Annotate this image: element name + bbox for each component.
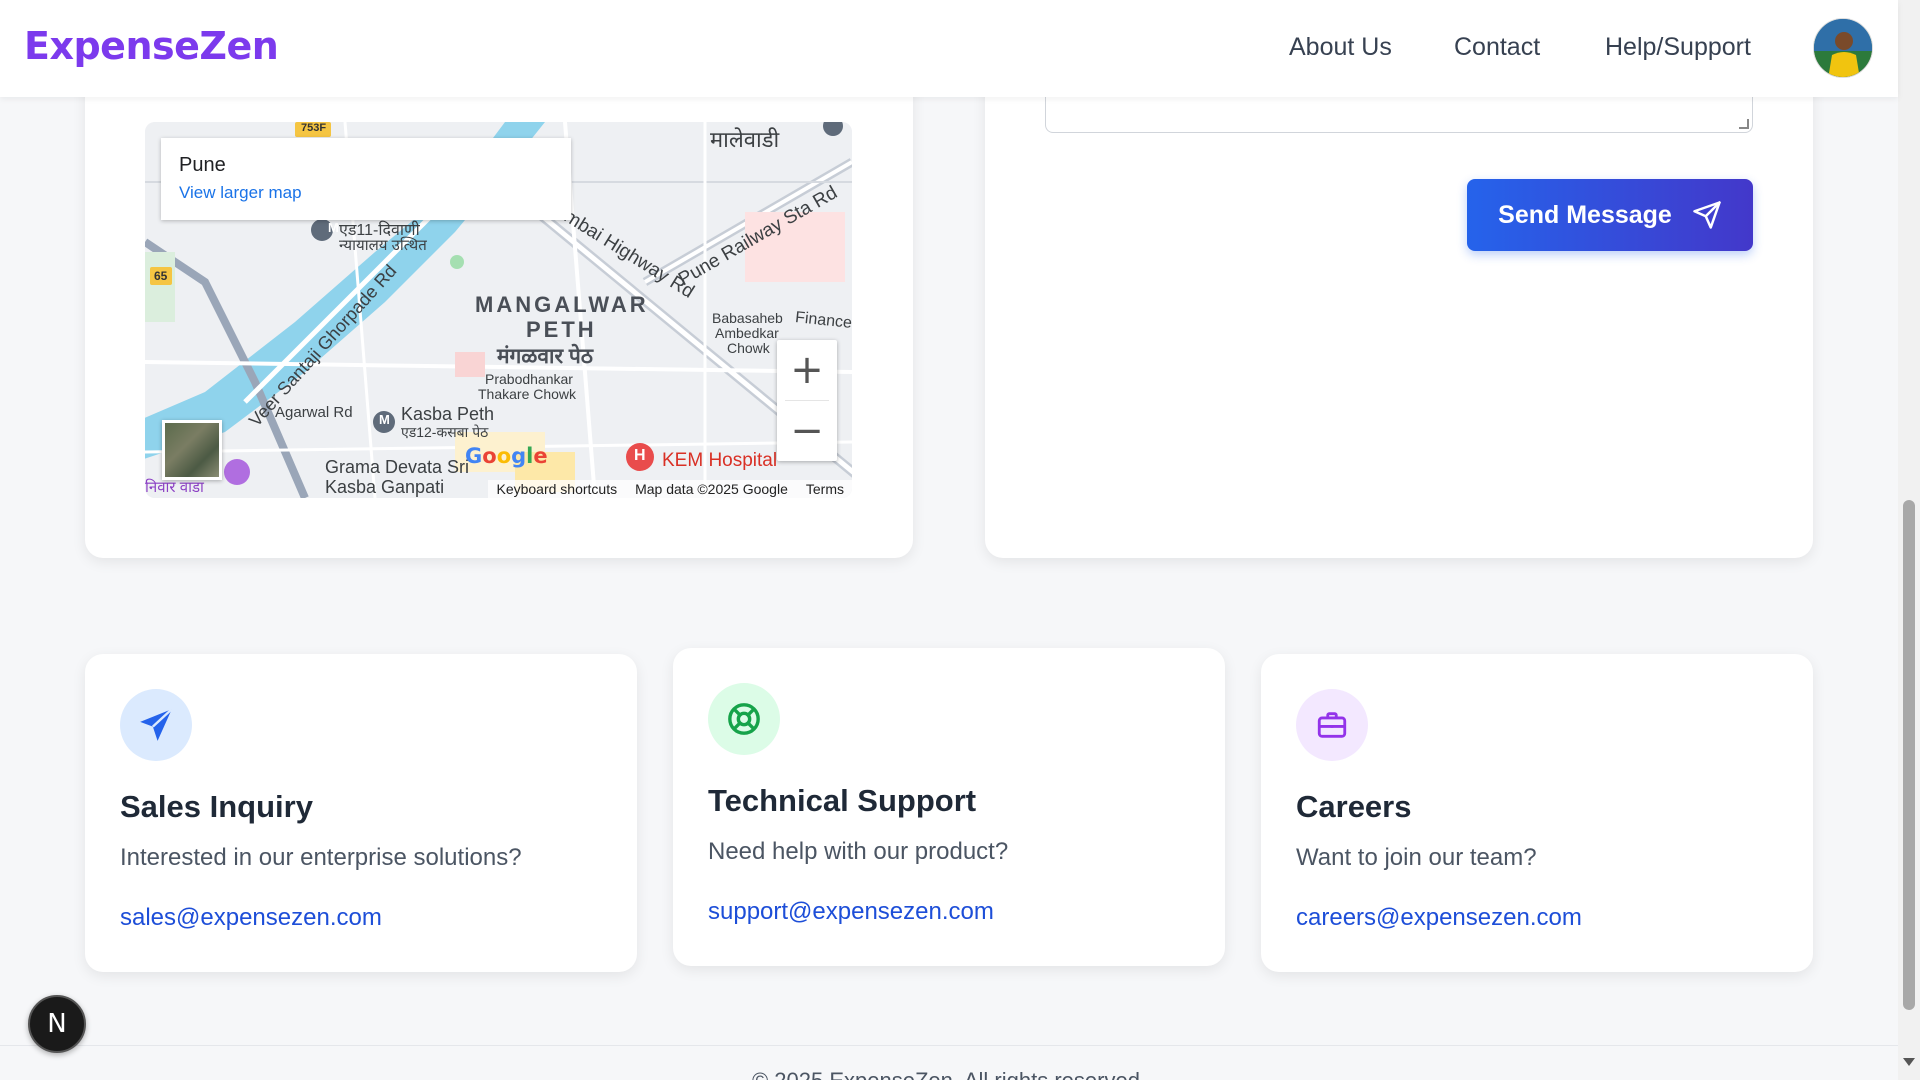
map-label-kasba-ganpati: Kasba Ganpati: [325, 477, 445, 497]
nav-about-us[interactable]: About Us: [1289, 33, 1392, 62]
view-larger-map-link[interactable]: View larger map: [179, 183, 553, 203]
map-label-prabodhankar: Prabodhankar: [485, 371, 573, 387]
map-label-thakare-chowk: Thakare Chowk: [478, 386, 577, 402]
top-navbar: ExpenseZen About Us Contact Help/Support: [0, 0, 1898, 97]
card-title: Careers: [1296, 789, 1412, 824]
map-zoom-controls: + −: [777, 340, 837, 461]
zoom-out-button[interactable]: −: [777, 401, 837, 461]
send-icon: [1693, 201, 1721, 229]
card-description: Interested in our enterprise solutions?: [120, 844, 522, 871]
route-65-label: 65: [154, 269, 168, 283]
map-label-malewadi: मालेवाडी: [710, 127, 780, 152]
map-label-kasba-mr: एड12-कसबा पेठ: [401, 424, 489, 440]
map-label-ambedkar: Ambedkar: [715, 325, 779, 341]
send-message-button[interactable]: Send Message: [1467, 179, 1753, 251]
map-label-chowk: Chowk: [727, 340, 770, 356]
map-label-kem-hospital: KEM Hospital: [662, 450, 778, 471]
map-footer: Keyboard shortcuts Map data ©2025 Google…: [488, 480, 852, 498]
map-label-mangalwar-mr: मंगळवार पेठ: [497, 345, 594, 368]
careers-icon-circle: [1296, 689, 1368, 761]
sales-inquiry-card: Sales Inquiry Interested in our enterpri…: [85, 654, 637, 972]
map-label-agarwal: Agarwal Rd: [275, 404, 353, 421]
hospital-icon: H: [634, 447, 646, 464]
metro-m-icon: M: [379, 412, 390, 427]
scrollbar-thumb[interactable]: [1903, 500, 1915, 1010]
map-label-babasaheb: Babasaheb: [712, 310, 783, 326]
metro-m-icon: M: [328, 220, 339, 235]
route-753f-label: 753F: [301, 122, 327, 134]
careers-card: Careers Want to join our team? careers@e…: [1261, 654, 1813, 972]
card-description: Want to join our team?: [1296, 844, 1537, 871]
contact-form-card: Send Message: [985, 40, 1813, 558]
map-info-window: Pune View larger map: [161, 138, 571, 220]
briefcase-icon: [1317, 712, 1347, 738]
map-label-shaniwar: निवार वाडा: [145, 479, 204, 496]
zoom-in-button[interactable]: +: [777, 340, 837, 400]
embedded-map[interactable]: 753F 65 M M H मालेवाडी एड11-दिवाणी न्याय…: [145, 122, 852, 498]
keyboard-shortcuts-link[interactable]: Keyboard shortcuts: [496, 481, 617, 497]
terms-link[interactable]: Terms: [806, 481, 844, 497]
brand-logo[interactable]: ExpenseZen: [24, 24, 279, 68]
sales-icon-circle: [120, 689, 192, 761]
scroll-down-arrow-icon[interactable]: [1903, 1058, 1915, 1066]
nextjs-dev-badge[interactable]: N: [28, 995, 86, 1053]
sales-email-link[interactable]: sales@expensezen.com: [120, 904, 382, 932]
technical-support-card: Technical Support Need help with our pro…: [673, 648, 1225, 966]
nav-contact[interactable]: Contact: [1454, 33, 1540, 62]
map-label-peth: PETH: [526, 317, 597, 342]
support-email-link[interactable]: support@expensezen.com: [708, 898, 994, 926]
footer-copyright: © 2025 ExpenseZen. All rights reserved.: [0, 1068, 1898, 1080]
careers-email-link[interactable]: careers@expensezen.com: [1296, 904, 1582, 932]
satellite-toggle[interactable]: [162, 420, 222, 480]
card-title: Sales Inquiry: [120, 789, 313, 824]
paper-plane-icon: [140, 708, 173, 741]
support-icon-circle: [708, 683, 780, 755]
map-place-name: Pune: [179, 154, 226, 176]
user-avatar[interactable]: [1813, 18, 1873, 78]
lifebuoy-icon: [728, 703, 760, 735]
nav-help-support[interactable]: Help/Support: [1605, 33, 1751, 62]
card-title: Technical Support: [708, 783, 977, 818]
footer-divider: [0, 1045, 1898, 1046]
map-label-mangalwar: MANGALWAR: [475, 292, 649, 317]
map-label-kasba-peth: Kasba Peth: [401, 404, 495, 424]
resize-handle-icon[interactable]: [1739, 119, 1749, 129]
map-data-attribution: Map data ©2025 Google: [635, 481, 788, 497]
map-card: 753F 65 M M H मालेवाडी एड11-दिवाणी न्याय…: [85, 40, 913, 558]
page-scrollbar[interactable]: [1898, 0, 1920, 1080]
google-logo: Google: [465, 444, 548, 468]
card-description: Need help with our product?: [708, 838, 1009, 865]
send-message-label: Send Message: [1498, 200, 1672, 229]
map-label-grama-devata: Grama Devata Sri: [325, 457, 470, 477]
map-label-metro-line2: न्यायालय उत्थित: [339, 237, 427, 254]
